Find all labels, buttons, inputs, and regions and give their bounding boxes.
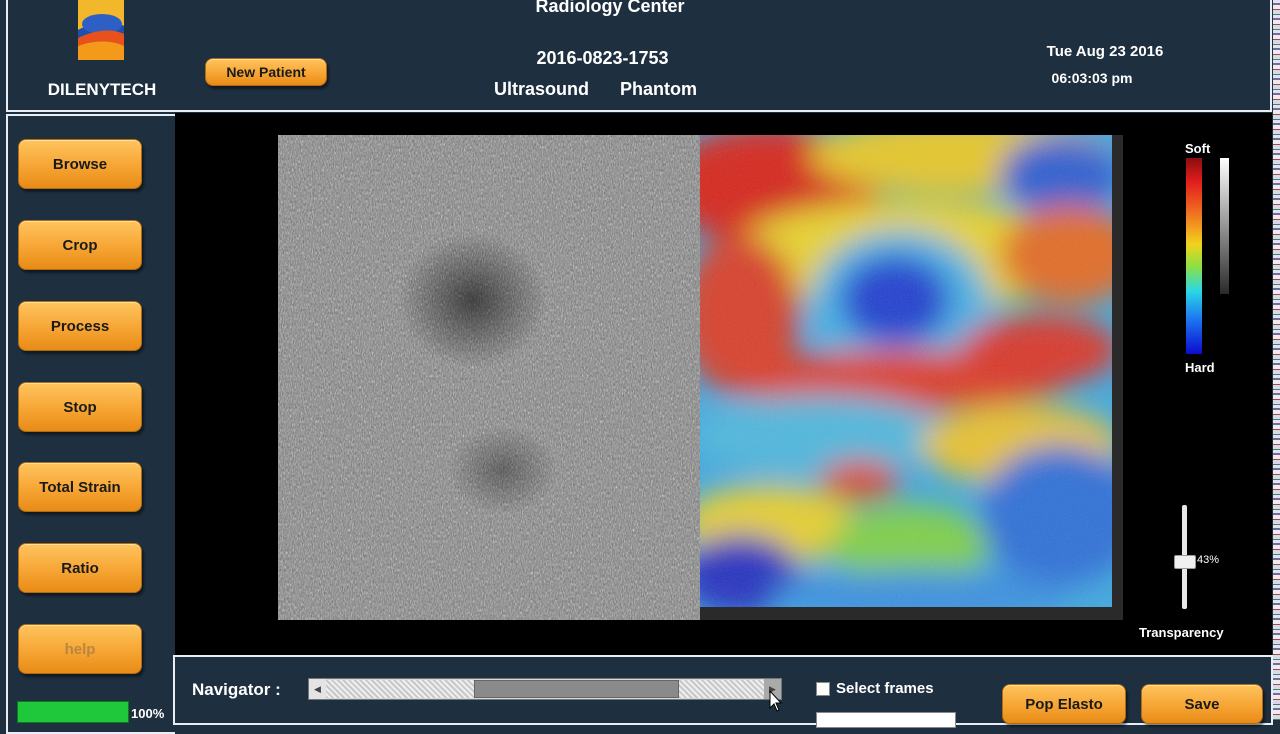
time-display: 06:03:03 pm <box>1051 70 1133 86</box>
date-display: Tue Aug 23 2016 <box>1046 43 1164 60</box>
stop-button[interactable]: Stop <box>18 382 142 432</box>
process-button[interactable]: Process <box>18 301 142 351</box>
new-patient-button[interactable]: New Patient <box>205 58 327 86</box>
mouse-cursor-icon <box>769 689 783 717</box>
transparency-slider-thumb[interactable] <box>1174 555 1196 569</box>
progress-label: 100% <box>131 706 165 721</box>
frames-input[interactable] <box>816 712 956 728</box>
logo-icon <box>72 0 130 64</box>
select-frames-label: Select frames <box>836 680 934 697</box>
scroll-track-left[interactable] <box>326 680 474 698</box>
stiffness-colorbar <box>1186 158 1202 354</box>
colorbar-top-label: Soft <box>1185 141 1211 156</box>
transparency-value: 43% <box>1197 554 1220 566</box>
pop-elasto-button[interactable]: Pop Elasto <box>1002 684 1126 724</box>
scroll-left-icon[interactable]: ◀ <box>309 679 326 699</box>
select-frames-checkbox[interactable]: Select frames <box>816 680 934 697</box>
patient-id: 2016-0823-1753 <box>536 48 669 68</box>
crop-button[interactable]: Crop <box>18 220 142 270</box>
brand-name: DILENYTECH <box>47 80 157 99</box>
transparency-label: Transparency <box>1139 625 1224 640</box>
modality-label: Ultrasound <box>494 79 590 99</box>
help-button[interactable]: help <box>18 624 142 674</box>
elastography-image <box>700 135 1123 620</box>
scroll-track-right[interactable] <box>679 680 765 698</box>
navigator-scrollbar[interactable]: ◀ ▶ <box>308 678 782 700</box>
browse-button[interactable]: Browse <box>18 139 142 189</box>
total-strain-button[interactable]: Total Strain <box>18 462 142 512</box>
subject-label: Phantom <box>620 79 698 99</box>
screen-edge <box>1273 0 1280 720</box>
colorbar-bottom-label: Hard <box>1185 360 1215 375</box>
navigator-label: Navigator : <box>192 680 281 699</box>
bmode-ultrasound-image <box>278 135 700 620</box>
save-button[interactable]: Save <box>1141 684 1263 724</box>
scroll-thumb[interactable] <box>474 680 679 698</box>
ratio-button[interactable]: Ratio <box>18 543 142 593</box>
center-title: Radiology Center <box>535 0 685 16</box>
checkbox-icon[interactable] <box>816 681 830 696</box>
grayscale-bar <box>1220 158 1229 294</box>
